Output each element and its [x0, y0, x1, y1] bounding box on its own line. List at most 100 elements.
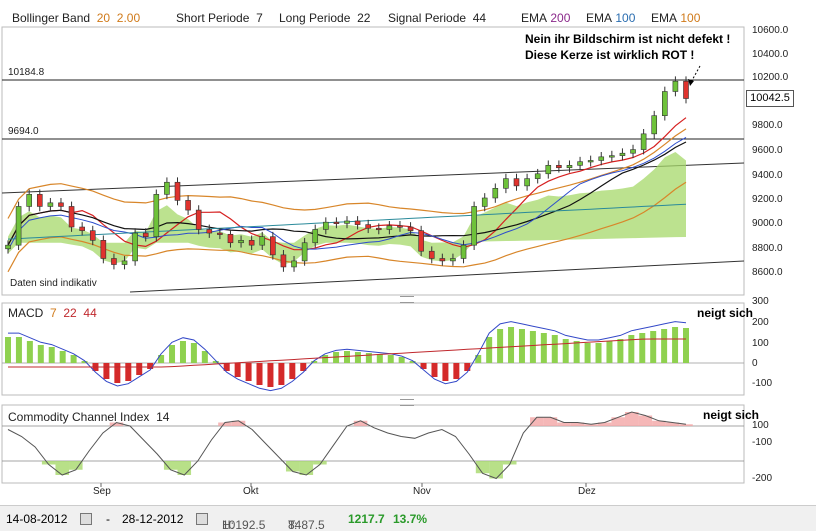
cci-oversold-fill: [489, 461, 503, 479]
macd-bar: [562, 339, 569, 363]
data-note: Daten sind indikativ: [10, 278, 97, 289]
candle: [630, 144, 636, 159]
macd-bar: [617, 339, 624, 363]
candle: [598, 152, 605, 166]
macd-bar: [125, 363, 132, 381]
cci-legend: Commodity Channel Index 14: [8, 410, 170, 424]
chart-svg: [1, 26, 745, 487]
chart-frame: Bollinger Band 20 2.00 Short Periode 7 L…: [0, 0, 816, 532]
candle: [609, 150, 615, 162]
candle: [651, 110, 658, 139]
candle: [672, 76, 679, 97]
macd-bar: [322, 355, 329, 363]
xaxis-label: Sep: [93, 486, 111, 497]
candle: [153, 189, 160, 242]
macd-bar: [584, 343, 591, 363]
ytick-label: 10200.0: [752, 72, 789, 83]
macd-bar: [497, 329, 504, 363]
cci-overbought-fill: [679, 424, 693, 426]
candle: [164, 177, 170, 200]
cci-ytick: -200: [752, 473, 773, 484]
macd-bar: [267, 363, 274, 387]
pct-value: 13.7%: [393, 512, 428, 526]
macd-bar: [529, 331, 536, 363]
xaxis-label: Okt: [243, 486, 259, 497]
cci-overbought-fill: [557, 422, 571, 426]
macd-bar: [278, 363, 285, 385]
macd-bar: [289, 363, 296, 379]
end-date[interactable]: 28-12-2012: [122, 512, 183, 526]
candle: [619, 148, 626, 161]
candle: [640, 129, 647, 155]
macd-bar: [661, 329, 668, 363]
end-calendar-icon[interactable]: [196, 513, 208, 528]
start-date[interactable]: 14-08-2012: [6, 512, 67, 526]
macd-bar: [431, 363, 438, 377]
macd-bar: [650, 331, 657, 363]
macd-ytick: 0: [752, 358, 758, 369]
macd-bar: [15, 337, 22, 363]
cci-ytick: 100: [752, 420, 769, 431]
macd-bar: [169, 345, 176, 363]
candle: [587, 155, 594, 167]
macd-bar: [5, 337, 11, 363]
macd-ytick: 200: [752, 317, 769, 328]
diff-value: 1217.7: [348, 512, 385, 526]
macd-ytick: -100: [752, 378, 773, 389]
candle: [132, 228, 138, 266]
ytick-label: 9200.0: [752, 194, 783, 205]
macd-bar: [464, 363, 471, 371]
ytick-label: 8800.0: [752, 243, 783, 254]
ytick-label: 9800.0: [752, 120, 783, 131]
macd-bar: [59, 351, 66, 363]
level-label-2: 9694.0: [8, 126, 39, 137]
current-price-box: 10042.5: [746, 90, 794, 107]
candle: [566, 160, 573, 173]
macd-bar: [540, 333, 547, 363]
level-label-1: 10184.8: [8, 67, 45, 78]
ytick-label: 10600.0: [752, 25, 789, 36]
ytick-label: 9600.0: [752, 145, 783, 156]
range-dash: -: [106, 512, 110, 526]
macd-bar: [70, 355, 77, 363]
cci-overbought-fill: [543, 417, 558, 426]
macd-bar: [26, 341, 33, 363]
xaxis-label: Dez: [578, 486, 596, 497]
panel-resize-handle[interactable]: [400, 399, 414, 406]
macd-bar: [37, 345, 44, 363]
cci-oversold-fill: [299, 461, 314, 475]
candle: [58, 197, 64, 212]
macd-ytick: 300: [752, 296, 769, 307]
ytick-label: 9000.0: [752, 218, 783, 229]
annotation-line-2: Diese Kerze ist wirklich ROT !: [525, 48, 695, 62]
candle: [481, 193, 488, 212]
panel-resize-handle[interactable]: [400, 296, 414, 303]
macd-bar: [179, 341, 186, 363]
macd-bar: [606, 341, 613, 363]
macd-legend: MACD 7 22 44: [8, 306, 97, 320]
macd-bar: [376, 354, 383, 363]
candle: [492, 183, 499, 203]
macd-ytick: 100: [752, 338, 769, 349]
start-calendar-icon[interactable]: [80, 513, 92, 528]
candle: [513, 173, 520, 191]
candle: [185, 195, 191, 215]
candle: [26, 189, 32, 212]
macd-bar: [453, 363, 460, 379]
candle: [524, 173, 530, 191]
macd-histogram: [5, 327, 689, 387]
candle: [471, 201, 477, 251]
ytick-label: 8600.0: [752, 267, 783, 278]
candle: [545, 160, 552, 179]
macd-bar: [245, 363, 252, 381]
macd-bar: [114, 363, 121, 383]
macd-bar: [486, 337, 493, 363]
cci-ytick: -100: [752, 437, 773, 448]
macd-bar: [387, 355, 394, 363]
cci-oversold-fill: [163, 461, 178, 470]
ytick-label: 9400.0: [752, 170, 783, 181]
footer-bar: 14-08-2012 - 28-12-2012 H: 10192.5 T: 84…: [0, 505, 816, 532]
macd-bar: [573, 341, 580, 363]
macd-bar: [190, 343, 197, 363]
cci-overbought-fill: [611, 417, 625, 426]
